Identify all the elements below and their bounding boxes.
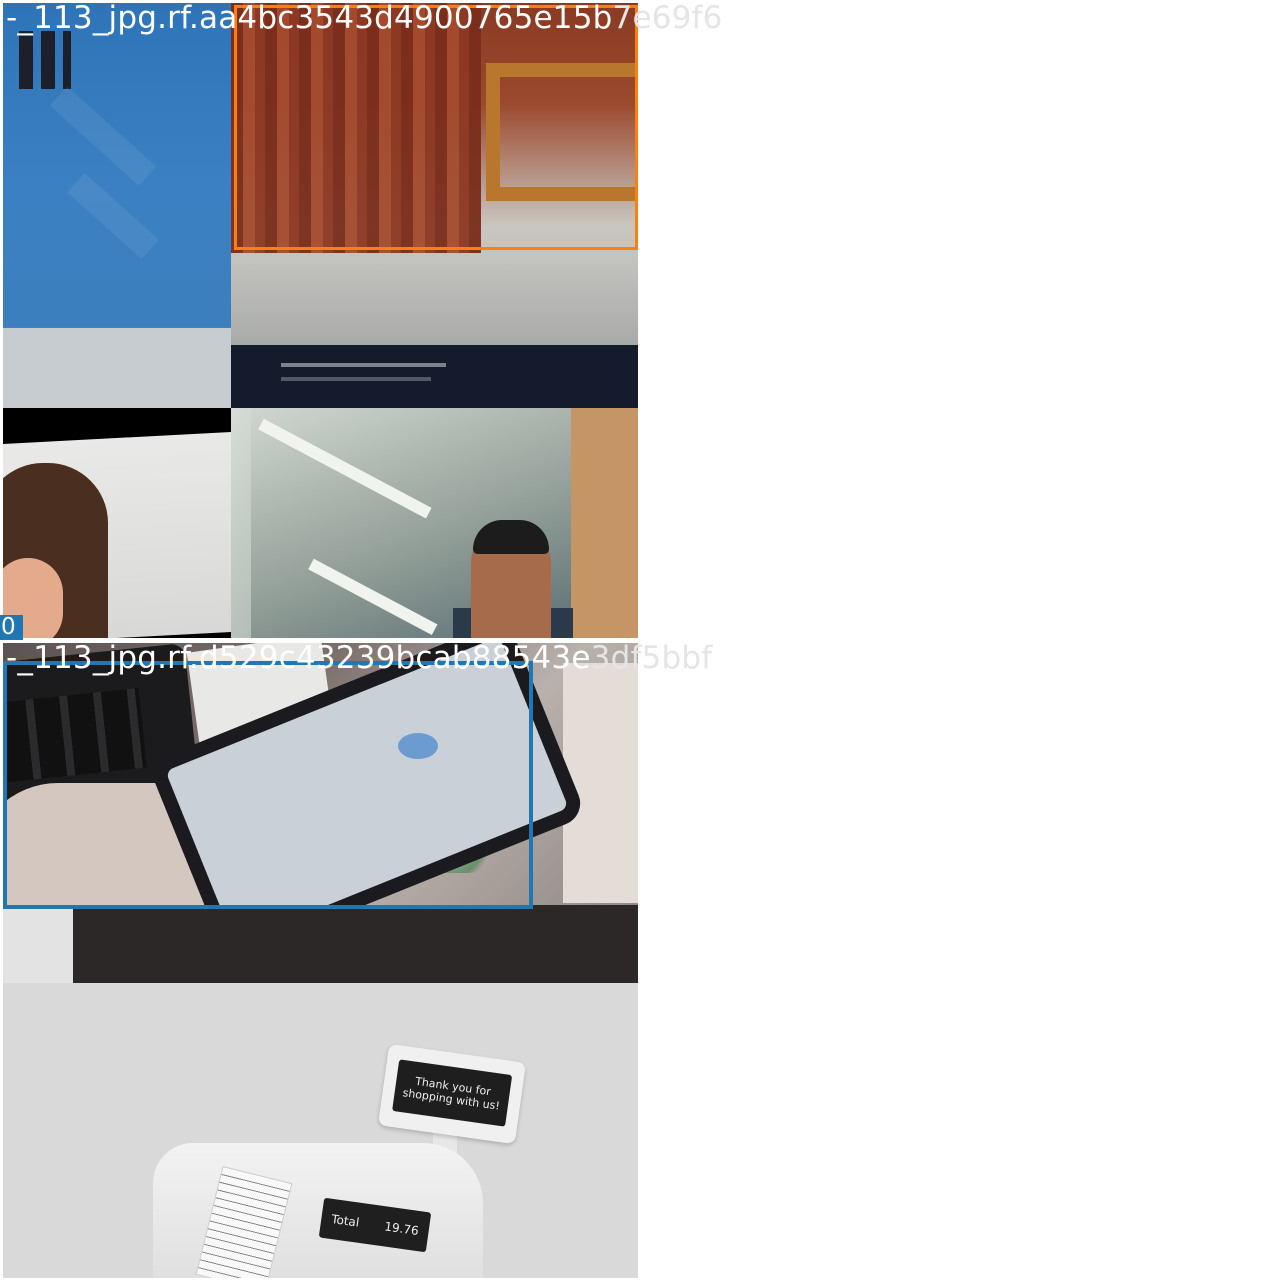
filename-label: -_113_jpg.rf.d529c43239bcab88543e3df5bbf — [6, 640, 713, 676]
floor — [231, 253, 638, 345]
customer-display: Thank you for shopping with us! — [377, 1043, 527, 1145]
woman-portrait-cell — [3, 408, 231, 638]
wood-wall — [571, 408, 638, 638]
total-value: 19.76 — [383, 1219, 420, 1239]
grey-band — [3, 328, 231, 408]
diagonal-stripe — [67, 172, 159, 260]
display-message: Thank you for shopping with us! — [392, 1059, 513, 1127]
counter — [3, 905, 638, 983]
pause-bars — [19, 31, 71, 89]
filename-label: -_113_jpg.rf.aa4bc3543d4900765e15b7e69f6 — [6, 0, 723, 36]
blue-panel-cell — [3, 3, 231, 408]
dark-footer — [231, 345, 638, 408]
bounding-box-orange — [234, 5, 638, 250]
price-tag — [3, 905, 73, 983]
bounding-box-blue — [3, 661, 533, 909]
cash-register-cell: Thank you for shopping with us! Total 19… — [3, 983, 638, 1278]
right-arm — [563, 663, 638, 903]
total-label: Total — [330, 1211, 361, 1230]
diagonal-stripe — [49, 86, 157, 186]
office-man-cell — [231, 408, 638, 638]
class-label-tag: 0 — [0, 615, 23, 640]
